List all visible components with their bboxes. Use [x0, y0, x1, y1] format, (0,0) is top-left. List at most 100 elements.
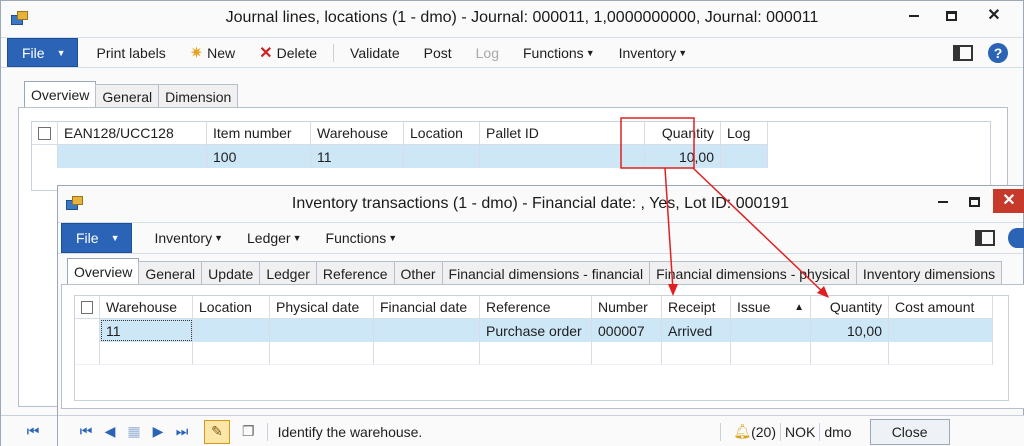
functions-menu[interactable]: Functions ▼: [314, 223, 410, 253]
tab-general[interactable]: General: [95, 84, 160, 108]
grid-cell[interactable]: [193, 319, 270, 342]
help-icon[interactable]: [1008, 228, 1024, 248]
log-button[interactable]: Log: [464, 38, 511, 67]
grid-cell[interactable]: 10,00: [811, 319, 889, 342]
tab-reference[interactable]: Reference: [315, 261, 395, 285]
column-header[interactable]: Log: [721, 122, 768, 145]
maximize-button[interactable]: [959, 191, 989, 213]
table-row[interactable]: 11 Purchase order 000007 Arrived 10,00: [75, 319, 1008, 342]
previous-record-icon[interactable]: ◀: [98, 423, 122, 440]
grid-cell[interactable]: [270, 342, 374, 365]
grid-cell[interactable]: [100, 342, 193, 365]
file-menu-button[interactable]: File ▼: [7, 38, 79, 67]
grid-cell[interactable]: 11: [311, 145, 404, 168]
grid-cell[interactable]: [480, 342, 592, 365]
column-header[interactable]: Reference: [480, 296, 592, 319]
layout-toggle-icon[interactable]: [975, 230, 995, 246]
grid-cell[interactable]: [58, 145, 207, 168]
select-all-cell[interactable]: [75, 296, 100, 319]
grid-cell[interactable]: Purchase order: [480, 319, 592, 342]
grid-cell[interactable]: 100: [207, 145, 311, 168]
attachments-icon[interactable]: ❐: [242, 423, 255, 440]
tab-general[interactable]: General: [138, 261, 203, 285]
functions-menu[interactable]: Functions ▼: [511, 38, 607, 67]
grid-cell[interactable]: [592, 342, 662, 365]
tab-financial-dimensions-physical[interactable]: Financial dimensions - physical: [649, 261, 857, 285]
tab-inventory-dimensions[interactable]: Inventory dimensions: [855, 261, 1003, 285]
column-header[interactable]: Pallet ID: [480, 122, 645, 145]
inventory-menu[interactable]: Inventory ▼: [607, 38, 700, 67]
file-menu-button[interactable]: File ▼: [61, 223, 133, 253]
grid-cell[interactable]: 000007: [592, 319, 662, 342]
first-record-icon[interactable]: ⏮: [21, 423, 45, 440]
print-labels-button[interactable]: Print labels: [84, 38, 177, 67]
last-record-icon[interactable]: ⏭: [170, 423, 194, 440]
close-button[interactable]: Close: [869, 418, 950, 445]
grid-cell[interactable]: [889, 319, 993, 342]
tab-other[interactable]: Other: [393, 261, 443, 285]
grid-cell[interactable]: [374, 342, 480, 365]
table-row[interactable]: [75, 342, 1008, 365]
notification-count[interactable]: (20): [751, 424, 776, 440]
tab-update[interactable]: Update: [201, 261, 261, 285]
grid-cell[interactable]: [721, 145, 768, 168]
column-header[interactable]: Issue ▲: [731, 296, 811, 319]
grid-cell[interactable]: [731, 319, 811, 342]
notification-bell-icon[interactable]: 🔔︎: [733, 423, 751, 440]
grid-cell[interactable]: [731, 342, 811, 365]
select-all-checkbox[interactable]: [81, 300, 93, 314]
column-header[interactable]: Financial date: [374, 296, 480, 319]
column-header[interactable]: Location: [404, 122, 480, 145]
column-header[interactable]: Location: [193, 296, 270, 319]
tab-financial-dimensions-financial[interactable]: Financial dimensions - financial: [441, 261, 651, 285]
grid-cell[interactable]: [270, 319, 374, 342]
post-button[interactable]: Post: [412, 38, 464, 67]
help-icon[interactable]: ?: [988, 42, 1008, 63]
row-select-cell[interactable]: [75, 342, 100, 365]
new-button[interactable]: ✷ New: [178, 38, 247, 67]
table-row[interactable]: 100 11 10,00: [32, 145, 990, 168]
next-record-icon[interactable]: ▶: [146, 423, 170, 440]
validate-button[interactable]: Validate: [338, 38, 412, 67]
column-header[interactable]: Physical date: [270, 296, 374, 319]
minimize-button[interactable]: [899, 5, 929, 27]
grid-cell[interactable]: [374, 319, 480, 342]
close-window-button[interactable]: ✕: [993, 189, 1024, 213]
grid-cell[interactable]: [811, 342, 889, 365]
tab-dimension[interactable]: Dimension: [158, 84, 239, 108]
maximize-button[interactable]: [936, 5, 966, 27]
column-header[interactable]: Warehouse: [100, 296, 193, 319]
grid-cell[interactable]: [404, 145, 480, 168]
grid-cell[interactable]: [889, 342, 993, 365]
inventory-menu[interactable]: Inventory ▼: [142, 223, 235, 253]
row-select-cell[interactable]: [32, 145, 58, 168]
column-header[interactable]: Warehouse: [311, 122, 404, 145]
first-record-icon[interactable]: ⏮: [74, 423, 98, 440]
edit-mode-icon[interactable]: ✎: [204, 419, 230, 444]
column-header[interactable]: Quantity: [645, 122, 721, 145]
minimize-button[interactable]: [928, 191, 958, 213]
tab-overview[interactable]: Overview: [24, 81, 97, 108]
column-header[interactable]: Number: [592, 296, 662, 319]
tab-ledger[interactable]: Ledger: [259, 261, 317, 285]
select-all-cell[interactable]: [32, 122, 58, 145]
grid-cell[interactable]: [480, 145, 645, 168]
tab-overview[interactable]: Overview: [67, 258, 140, 285]
grid-cell[interactable]: [662, 342, 731, 365]
grid-cell[interactable]: 11: [100, 319, 193, 342]
grid-cell[interactable]: Arrived: [662, 319, 731, 342]
row-select-cell[interactable]: [75, 319, 100, 342]
column-header[interactable]: Receipt: [662, 296, 731, 319]
column-header[interactable]: Quantity: [811, 296, 889, 319]
ledger-menu[interactable]: Ledger ▼: [235, 223, 314, 253]
column-header[interactable]: Item number: [207, 122, 311, 145]
grid-cell[interactable]: [193, 342, 270, 365]
grid-cell[interactable]: 10,00: [645, 145, 721, 168]
layout-toggle-icon[interactable]: [953, 44, 973, 61]
column-header[interactable]: Cost amount: [889, 296, 993, 319]
close-window-button[interactable]: ✕: [979, 5, 1009, 27]
list-view-icon[interactable]: ▦: [122, 423, 146, 440]
column-header[interactable]: EAN128/UCC128: [58, 122, 207, 145]
select-all-checkbox[interactable]: [38, 126, 51, 140]
delete-button[interactable]: ✕ Delete: [247, 38, 329, 67]
